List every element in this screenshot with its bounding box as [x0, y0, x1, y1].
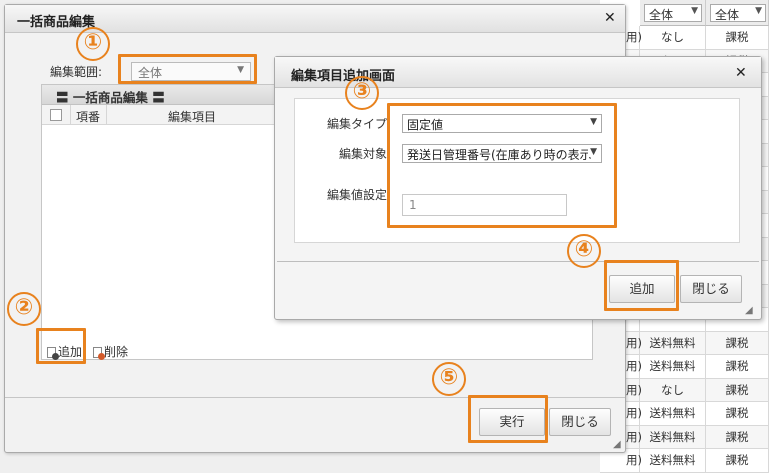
add-document-icon	[47, 347, 59, 360]
column-header-item: 編集項目	[168, 110, 217, 124]
table-cell: 送料無料	[640, 449, 706, 472]
table-cell: 課税	[706, 402, 769, 425]
edit-value-label: 編集値設定	[326, 188, 387, 202]
panel-title: 〓 一括商品編集 〓	[56, 90, 165, 105]
resize-grip-icon[interactable]: ◢	[613, 440, 623, 450]
footer-divider	[277, 261, 759, 262]
table-cell: なし	[640, 378, 706, 401]
table-cell: 送料無料	[640, 331, 706, 354]
select-all-checkbox[interactable]	[50, 109, 62, 121]
grid-filter-select[interactable]: 全体 ▼	[644, 4, 702, 22]
execute-button[interactable]: 実行	[479, 408, 545, 436]
grid-header-cell: 全体 ▼	[706, 0, 769, 26]
delete-document-icon	[93, 347, 105, 360]
step-5-marker: ⑤	[432, 362, 466, 396]
table-cell: なし	[640, 26, 706, 49]
chevron-down-icon: ▼	[237, 65, 244, 75]
close-button[interactable]: 閉じる	[680, 275, 742, 303]
close-button[interactable]: 閉じる	[549, 408, 611, 436]
edit-target-label: 編集対象	[338, 147, 387, 161]
table-cell: 課税	[706, 449, 769, 472]
table-cell: 課税	[706, 26, 769, 49]
grid-filter-select[interactable]: 全体 ▼	[710, 4, 766, 22]
table-cell: 送料無料	[640, 425, 706, 448]
table-cell: 課税	[706, 355, 769, 378]
edit-value-input[interactable]: 1	[402, 194, 567, 216]
resize-grip-icon[interactable]: ◢	[745, 306, 755, 316]
footer-divider	[5, 397, 625, 398]
chevron-down-icon: ▼	[755, 6, 762, 16]
dialog-title: 編集項目追加画面	[291, 69, 396, 84]
chevron-down-icon: ▼	[588, 117, 597, 127]
add-item-link[interactable]: 追加	[47, 343, 82, 360]
dialog-title: 一括商品編集	[17, 15, 96, 30]
edit-range-label: 編集範囲:	[50, 65, 103, 79]
delete-item-link[interactable]: 削除	[93, 343, 128, 360]
step-3-marker: ③	[345, 76, 379, 110]
table-cell: 送料無料	[640, 402, 706, 425]
table-cell: 課税	[706, 331, 769, 354]
table-cell: 課税	[706, 425, 769, 448]
column-header-no: 項番	[76, 110, 101, 124]
step-4-marker: ④	[567, 234, 601, 268]
close-icon[interactable]: ✕	[735, 65, 747, 81]
step-2-marker: ②	[7, 292, 41, 326]
table-cell: 送料無料	[640, 355, 706, 378]
close-icon[interactable]: ✕	[604, 10, 616, 26]
chevron-down-icon: ▼	[691, 6, 698, 16]
edit-range-select[interactable]: 全体 ▼	[131, 62, 251, 81]
edit-target-select[interactable]: 発送日管理番号(在庫あり時の表示 ▼	[402, 144, 602, 163]
column-divider	[106, 105, 107, 125]
table-cell: 課税	[706, 378, 769, 401]
chevron-down-icon: ▼	[588, 147, 597, 157]
edit-type-label: 編集タイプ	[326, 117, 387, 131]
column-divider	[70, 105, 71, 125]
add-button[interactable]: 追加	[609, 275, 675, 303]
edit-type-select[interactable]: 固定値 ▼	[402, 114, 602, 133]
step-1-marker: ①	[76, 27, 110, 61]
grid-header-cell: 全体 ▼	[640, 0, 706, 26]
